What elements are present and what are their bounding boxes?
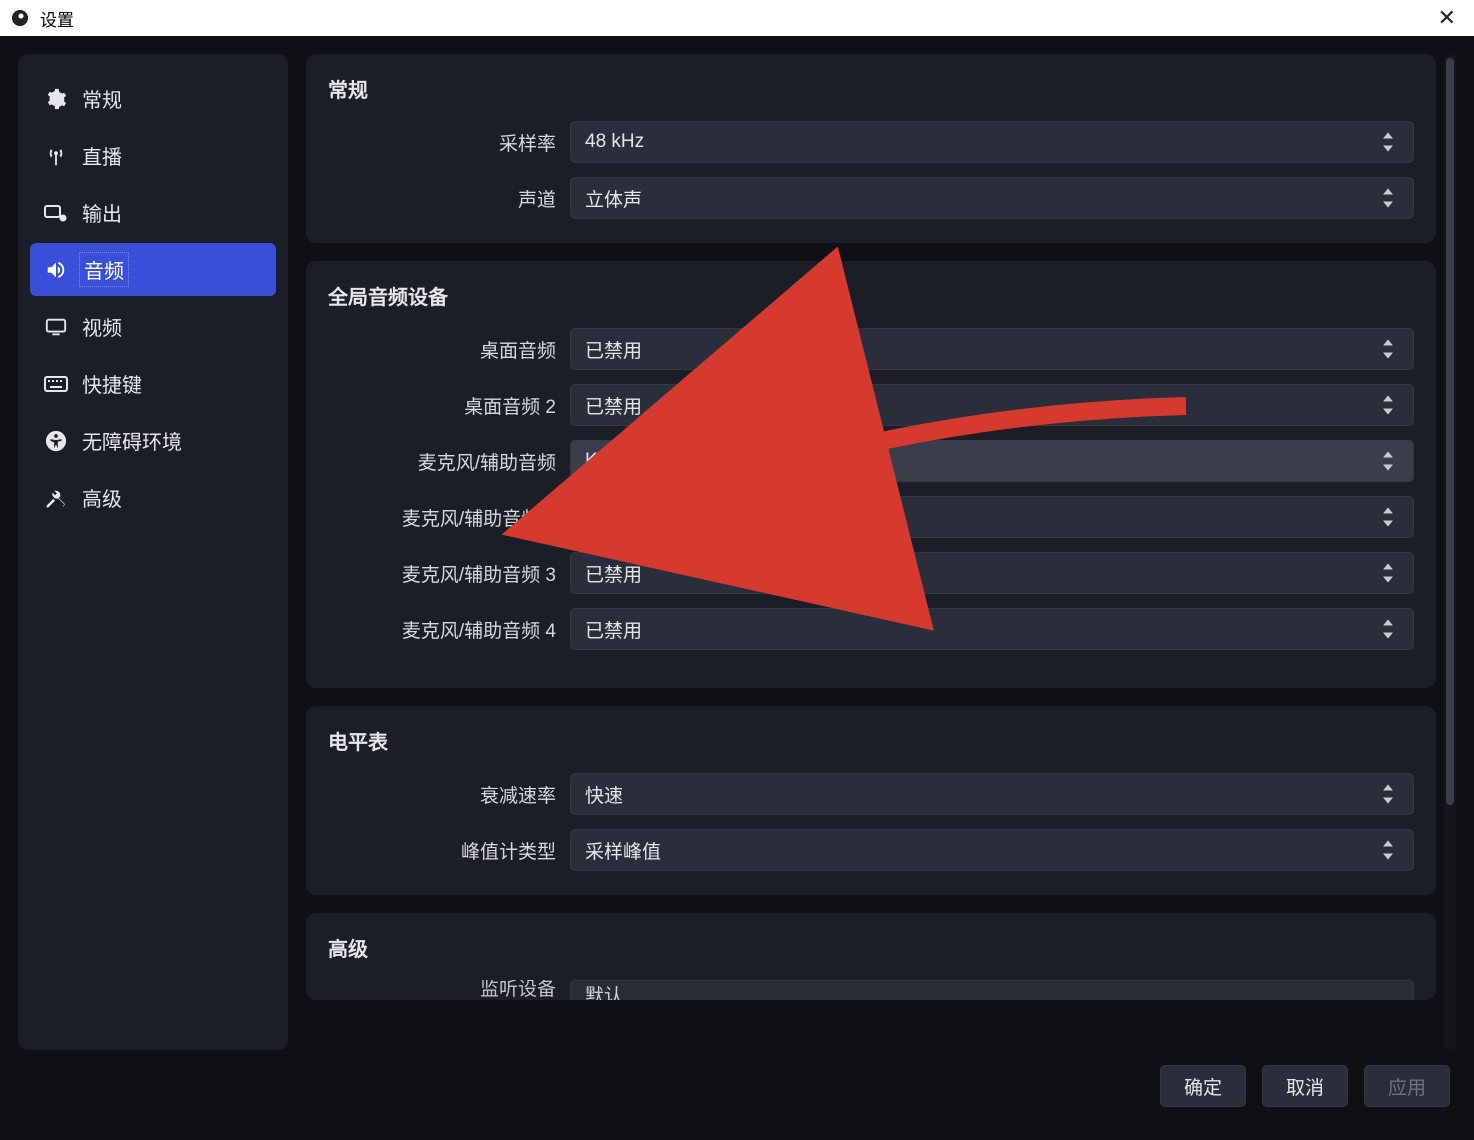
chevrons-up-down-icon [1381, 396, 1409, 415]
tools-icon [44, 487, 68, 509]
sidebar-item-label: 高级 [82, 483, 122, 512]
sidebar-item-video[interactable]: 视频 [30, 300, 276, 353]
label-decay-rate: 衰减速率 [328, 781, 556, 808]
label-desktop-audio-2: 桌面音频 2 [328, 392, 556, 419]
content-area: 常规 采样率 48 kHz 声道 [306, 54, 1456, 1050]
panel-general: 常规 采样率 48 kHz 声道 [306, 54, 1436, 243]
select-desktop-audio-2[interactable]: 已禁用 [570, 384, 1414, 426]
antenna-icon [44, 145, 68, 167]
panel-title: 全局音频设备 [328, 281, 1414, 310]
sidebar-item-label: 无障碍环境 [82, 426, 182, 455]
sidebar-item-label: 输出 [82, 198, 122, 227]
keyboard-icon [44, 376, 68, 392]
chevrons-up-down-icon [1381, 133, 1409, 152]
accessibility-icon [44, 430, 68, 452]
obs-logo-icon [10, 8, 30, 28]
select-monitoring-device[interactable]: 默认 [570, 980, 1414, 1000]
sidebar-item-label: 快捷键 [82, 369, 142, 398]
select-decay-rate[interactable]: 快速 [570, 773, 1414, 815]
apply-button[interactable]: 应用 [1364, 1065, 1450, 1107]
close-icon[interactable]: ✕ [1430, 5, 1464, 31]
ok-button[interactable]: 确定 [1160, 1065, 1246, 1107]
select-value: 默认 [585, 981, 623, 1000]
select-desktop-audio[interactable]: 已禁用 [570, 328, 1414, 370]
select-value: 已禁用 [585, 336, 642, 363]
chevrons-up-down-icon [1381, 340, 1409, 359]
window-title: 设置 [40, 6, 74, 31]
sidebar-item-hotkeys[interactable]: 快捷键 [30, 357, 276, 410]
label-mic-aux: 麦克风/辅助音频 [328, 448, 556, 475]
select-value: Krisp Microphone (Krisp Audio) [585, 450, 847, 472]
select-value: 已禁用 [585, 560, 642, 587]
select-peak-meter-type[interactable]: 采样峰值 [570, 829, 1414, 871]
label-mic-aux-3: 麦克风/辅助音频 3 [328, 560, 556, 587]
panel-advanced: 高级 监听设备 默认 [306, 913, 1436, 1000]
sidebar-item-label: 视频 [82, 312, 122, 341]
select-value: 48 kHz [585, 131, 644, 153]
select-value: 立体声 [585, 185, 642, 212]
scrollbar-thumb[interactable] [1446, 58, 1454, 805]
chevrons-up-down-icon [1381, 189, 1409, 208]
sidebar-item-output[interactable]: 输出 [30, 186, 276, 239]
select-value: 采样峰值 [585, 837, 661, 864]
chevrons-up-down-icon [1381, 785, 1409, 804]
label-mic-aux-2: 麦克风/辅助音频 2 [328, 504, 556, 531]
monitor-icon [44, 317, 68, 337]
gear-icon [44, 88, 68, 110]
chevrons-up-down-icon [1381, 508, 1409, 527]
select-channels[interactable]: 立体声 [570, 177, 1414, 219]
titlebar: 设置 ✕ [0, 0, 1474, 36]
dialog-footer: 确定 取消 应用 [18, 1050, 1456, 1122]
label-peak-meter-type: 峰值计类型 [328, 837, 556, 864]
chevrons-up-down-icon [1381, 452, 1409, 471]
chevrons-up-down-icon [1381, 841, 1409, 860]
select-mic-aux-3[interactable]: 已禁用 [570, 552, 1414, 594]
label-desktop-audio: 桌面音频 [328, 336, 556, 363]
select-mic-aux[interactable]: Krisp Microphone (Krisp Audio) [570, 440, 1414, 482]
panel-title: 常规 [328, 74, 1414, 103]
sidebar-item-accessibility[interactable]: 无障碍环境 [30, 414, 276, 467]
panel-title: 高级 [328, 933, 1414, 962]
sidebar-item-audio[interactable]: 音频 [30, 243, 276, 296]
label-sample-rate: 采样率 [328, 129, 556, 156]
sidebar-item-label: 直播 [82, 141, 122, 170]
panel-global-audio-devices: 全局音频设备 桌面音频 已禁用 桌面音频 2 已禁用 [306, 261, 1436, 688]
select-value: 已禁用 [585, 616, 642, 643]
select-mic-aux-4[interactable]: 已禁用 [570, 608, 1414, 650]
label-channels: 声道 [328, 185, 556, 212]
sidebar-item-label: 常规 [82, 84, 122, 113]
select-mic-aux-2[interactable]: 麦克风 (NVIDIA RTX Voice) [570, 496, 1414, 538]
select-value: 麦克风 (NVIDIA RTX Voice) [585, 504, 817, 531]
sidebar-item-stream[interactable]: 直播 [30, 129, 276, 182]
sidebar-item-general[interactable]: 常规 [30, 72, 276, 125]
panel-meters: 电平表 衰减速率 快速 峰值计类型 采样峰值 [306, 706, 1436, 895]
select-sample-rate[interactable]: 48 kHz [570, 121, 1414, 163]
select-value: 快速 [585, 781, 623, 808]
speaker-icon [44, 259, 68, 281]
sidebar-item-advanced[interactable]: 高级 [30, 471, 276, 524]
vertical-scrollbar[interactable] [1444, 54, 1456, 1050]
select-value: 已禁用 [585, 392, 642, 419]
cancel-button[interactable]: 取消 [1262, 1065, 1348, 1107]
label-monitoring-device: 监听设备 [328, 980, 556, 999]
output-icon [44, 203, 68, 223]
panel-title: 电平表 [328, 726, 1414, 755]
sidebar-item-label: 音频 [82, 255, 126, 284]
label-mic-aux-4: 麦克风/辅助音频 4 [328, 616, 556, 643]
chevrons-up-down-icon [1381, 620, 1409, 639]
chevrons-up-down-icon [1381, 564, 1409, 583]
sidebar: 常规 直播 输出 音频 [18, 54, 288, 1050]
